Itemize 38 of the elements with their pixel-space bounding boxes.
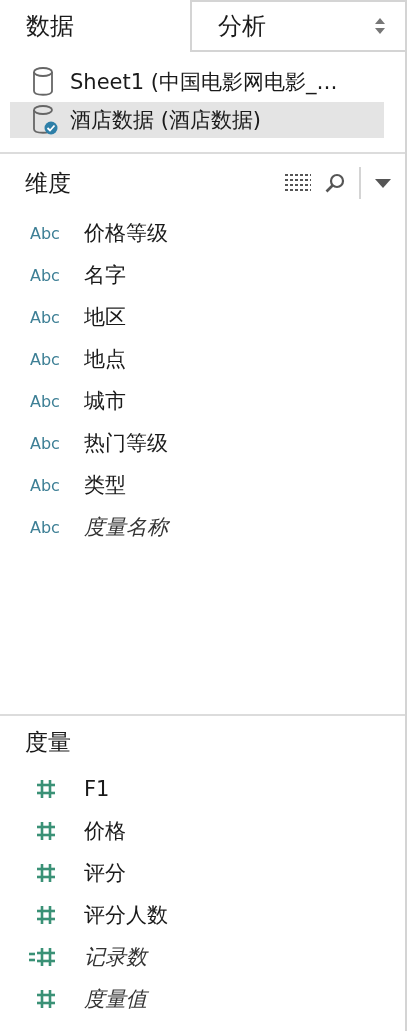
dimension-field[interactable]: 地点: [84, 345, 126, 373]
sort-arrows-icon: [375, 18, 385, 34]
section-title: 维度: [25, 168, 71, 198]
string-type-icon: Abc: [30, 475, 60, 495]
number-icon: [37, 821, 55, 841]
measure-field[interactable]: F1: [84, 777, 110, 801]
data-source-item[interactable]: 酒店数据 (酒店数据): [10, 102, 384, 138]
dimension-field[interactable]: 类型: [84, 471, 126, 499]
data-source-item[interactable]: Sheet1 (中国电影网电影_…: [10, 64, 384, 100]
measure-field[interactable]: 评分: [84, 859, 126, 887]
dimension-field[interactable]: 度量名称: [84, 513, 168, 541]
string-type-icon: Abc: [30, 433, 60, 453]
string-type-icon: Abc: [30, 265, 60, 285]
measure-field[interactable]: 评分人数: [84, 901, 168, 929]
search-icon[interactable]: [325, 173, 345, 193]
list-view-icon[interactable]: [285, 174, 311, 192]
string-type-icon: Abc: [30, 349, 60, 369]
dimension-field[interactable]: 名字: [84, 261, 126, 289]
string-type-icon: Abc: [30, 517, 60, 537]
measure-field[interactable]: 度量值: [84, 985, 147, 1013]
measure-field[interactable]: 记录数: [84, 943, 147, 971]
number-icon: [37, 905, 55, 925]
database-check-icon: [32, 105, 58, 135]
measure-field[interactable]: 价格: [84, 817, 126, 845]
panel-tab[interactable]: 分析: [190, 0, 405, 52]
string-type-icon: Abc: [30, 223, 60, 243]
string-type-icon: Abc: [30, 307, 60, 327]
number-icon: [37, 863, 55, 883]
dimension-field[interactable]: 城市: [84, 387, 126, 415]
number-icon: [37, 989, 55, 1009]
calculated-number-icon: [29, 947, 55, 967]
string-type-icon: Abc: [30, 391, 60, 411]
dimension-field[interactable]: 热门等级: [84, 429, 168, 457]
number-icon: [37, 779, 55, 799]
section-title: 度量: [25, 727, 71, 757]
dimension-field[interactable]: 价格等级: [84, 219, 168, 247]
dropdown-caret-icon[interactable]: [375, 178, 391, 188]
dimension-field[interactable]: 地区: [84, 303, 126, 331]
